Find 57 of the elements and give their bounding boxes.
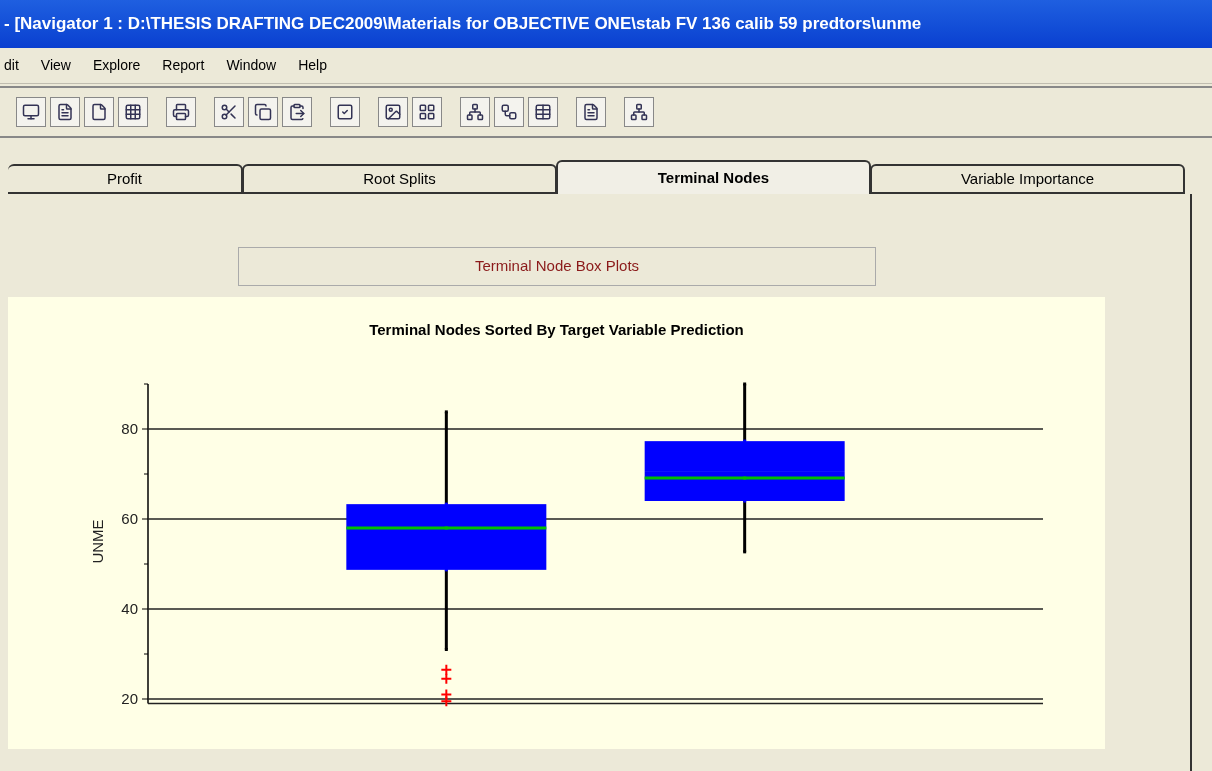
toolbar-button[interactable]: [412, 97, 442, 127]
whisker-end: [444, 648, 448, 651]
tab[interactable]: Profit: [8, 164, 243, 194]
menu-item[interactable]: Help: [298, 55, 327, 76]
toolbar-button[interactable]: [494, 97, 524, 127]
toolbar-button[interactable]: [50, 97, 80, 127]
toolbar-button[interactable]: [84, 97, 114, 127]
paste-icon: [288, 103, 306, 121]
toolbar-button[interactable]: [624, 97, 654, 127]
toolbar-button[interactable]: [378, 97, 408, 127]
copy-icon: [254, 103, 272, 121]
menu-item[interactable]: Explore: [92, 55, 141, 76]
toolbar-button[interactable]: [330, 97, 360, 127]
cut-icon: [220, 103, 238, 121]
tab[interactable]: Root Splits: [242, 164, 557, 194]
tree-icon: [466, 103, 484, 121]
chart-title: Terminal Nodes Sorted By Target Variable Prediction: [368, 320, 745, 340]
tick-label: 40: [121, 600, 138, 617]
toolbar-button[interactable]: [576, 97, 606, 127]
whisker-end: [743, 550, 747, 554]
panel-header-text: Terminal Node Box Plots: [474, 256, 640, 277]
outlier-marker: [440, 663, 453, 676]
toolbar-button[interactable]: [460, 97, 490, 127]
outlier-marker: [440, 695, 453, 708]
scatter-icon: [418, 103, 436, 121]
page-icon: [90, 103, 108, 121]
menu-item[interactable]: dit: [4, 55, 19, 76]
checkbox-icon: [336, 103, 354, 121]
toolbar-button[interactable]: [214, 97, 244, 127]
menu-item[interactable]: View: [40, 55, 71, 76]
toolbar-button[interactable]: [118, 97, 148, 127]
whisker-end: [743, 382, 747, 386]
tick-label: 20: [121, 690, 138, 707]
whisker-end: [444, 410, 448, 414]
menu-item[interactable]: Report: [162, 55, 205, 76]
outlier-marker: [440, 672, 453, 685]
toolbar-button[interactable]: [248, 97, 278, 127]
y-axis-label: UNME: [89, 519, 106, 564]
tab[interactable]: Variable Importance: [870, 164, 1185, 194]
tick-label: 60: [121, 510, 138, 527]
diagram-icon: [630, 103, 648, 121]
tick-label: 80: [121, 420, 138, 437]
print-icon: [172, 103, 190, 121]
grid-icon: [124, 103, 142, 121]
document-icon: [56, 103, 74, 121]
report-icon: [582, 103, 600, 121]
nodes-icon: [500, 103, 518, 121]
monitor-icon: [22, 103, 40, 121]
toolbar-button[interactable]: [166, 97, 196, 127]
menu-item[interactable]: Window: [226, 55, 277, 76]
chart-icon: [384, 103, 402, 121]
window-title: - [Navigator 1 : D:\THESIS DRAFTING DEC2009\Materials for OBJECTIVE ONE\stab FV 136 calib 59 predtors\unme: [4, 13, 922, 36]
tab[interactable]: Terminal Nodes: [556, 160, 871, 194]
toolbar-button[interactable]: [282, 97, 312, 127]
toolbar-button[interactable]: [528, 97, 558, 127]
toolbar-button[interactable]: [16, 97, 46, 127]
table-icon: [534, 103, 552, 121]
